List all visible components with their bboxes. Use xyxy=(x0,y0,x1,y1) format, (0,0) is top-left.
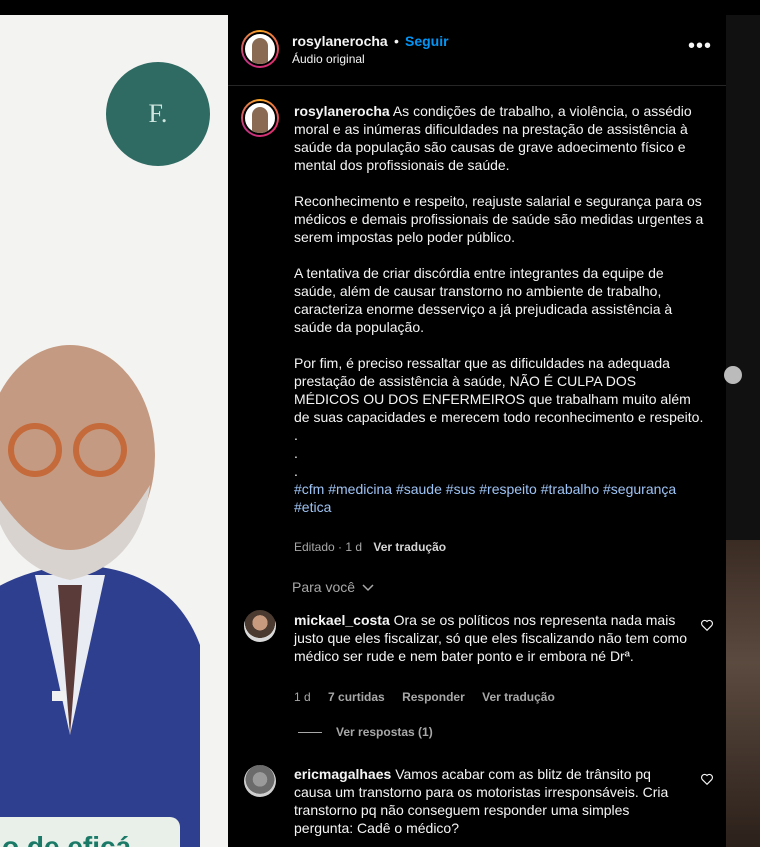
caption-paragraph-4: Por fim, é preciso ressaltar que as difi… xyxy=(294,355,704,425)
comment-username[interactable]: ericmagalhaes xyxy=(294,766,391,782)
translate-link[interactable]: Ver tradução xyxy=(373,540,446,554)
header-avatar[interactable] xyxy=(241,30,279,68)
comment-time: 1 d xyxy=(294,690,311,704)
chevron-down-icon xyxy=(362,584,374,592)
comment-avatar[interactable] xyxy=(244,765,276,797)
audio-label[interactable]: Áudio original xyxy=(292,52,365,66)
caption-dot: . xyxy=(294,463,298,479)
comment-item: mickael_costa Ora se os políticos nos re… xyxy=(294,611,689,665)
view-replies-label: Ver respostas (1) xyxy=(336,725,433,739)
hashtag-link[interactable]: #etica xyxy=(294,499,331,515)
next-post-preview[interactable] xyxy=(726,540,760,847)
comment-likes[interactable]: 7 curtidas xyxy=(328,690,385,704)
next-arrow-icon[interactable] xyxy=(724,366,742,384)
hashtag-link[interactable]: #respeito xyxy=(479,481,537,497)
brand-logo-text: F. xyxy=(148,99,168,128)
comment-item: ericmagalhaes Vamos acabar com as blitz … xyxy=(294,765,689,837)
hashtag-link[interactable]: #medicina xyxy=(328,481,392,497)
reply-button[interactable]: Responder xyxy=(402,690,465,704)
sort-label: Para você xyxy=(292,579,356,595)
caption-paragraph-3: A tentativa de criar discórdia entre int… xyxy=(294,265,673,335)
caption-dot: . xyxy=(294,445,298,461)
replies-line xyxy=(298,732,322,734)
follow-button[interactable]: Seguir xyxy=(405,33,449,49)
heart-icon[interactable] xyxy=(700,772,714,786)
header-divider xyxy=(228,85,726,86)
caption-paragraph-2: Reconhecimento e respeito, reajuste sala… xyxy=(294,193,704,245)
hashtag-link[interactable]: #segurança xyxy=(603,481,676,497)
caption-avatar[interactable] xyxy=(241,99,279,137)
caption-username[interactable]: rosylanerocha xyxy=(294,103,390,119)
header-username[interactable]: rosylanerocha xyxy=(292,33,388,49)
video-speaker-figure xyxy=(0,345,200,847)
comment-username[interactable]: mickael_costa xyxy=(294,612,390,628)
header-separator-dot: • xyxy=(394,33,399,49)
hashtag-link[interactable]: #saude xyxy=(396,481,442,497)
sort-comments-dropdown[interactable]: Para você xyxy=(292,579,374,595)
edited-label: Editado · 1 d xyxy=(294,540,363,554)
post-caption: rosylanerocha As condições de trabalho, … xyxy=(294,102,704,516)
comment-translate-link[interactable]: Ver tradução xyxy=(482,690,555,704)
comment-meta: 1 d 7 curtidas Responder Ver tradução xyxy=(294,690,569,704)
video-caption: o de eficá xyxy=(0,817,180,847)
video-player[interactable]: F. o de eficá xyxy=(0,15,228,847)
view-replies-button[interactable]: Ver respostas (1) xyxy=(298,725,433,739)
hashtag-link[interactable]: #cfm xyxy=(294,481,324,497)
heart-icon[interactable] xyxy=(700,618,714,632)
brand-logo: F. xyxy=(106,62,210,166)
more-horizontal-icon[interactable]: ••• xyxy=(688,36,712,56)
hashtag-link[interactable]: #trabalho xyxy=(541,481,599,497)
comment-avatar[interactable] xyxy=(244,610,276,642)
hashtag-link[interactable]: #sus xyxy=(446,481,476,497)
hashtag-list: #cfm #medicina #saude #sus #respeito #tr… xyxy=(294,480,704,516)
post-meta: Editado · 1 d Ver tradução xyxy=(294,540,446,554)
caption-dot: . xyxy=(294,427,298,443)
